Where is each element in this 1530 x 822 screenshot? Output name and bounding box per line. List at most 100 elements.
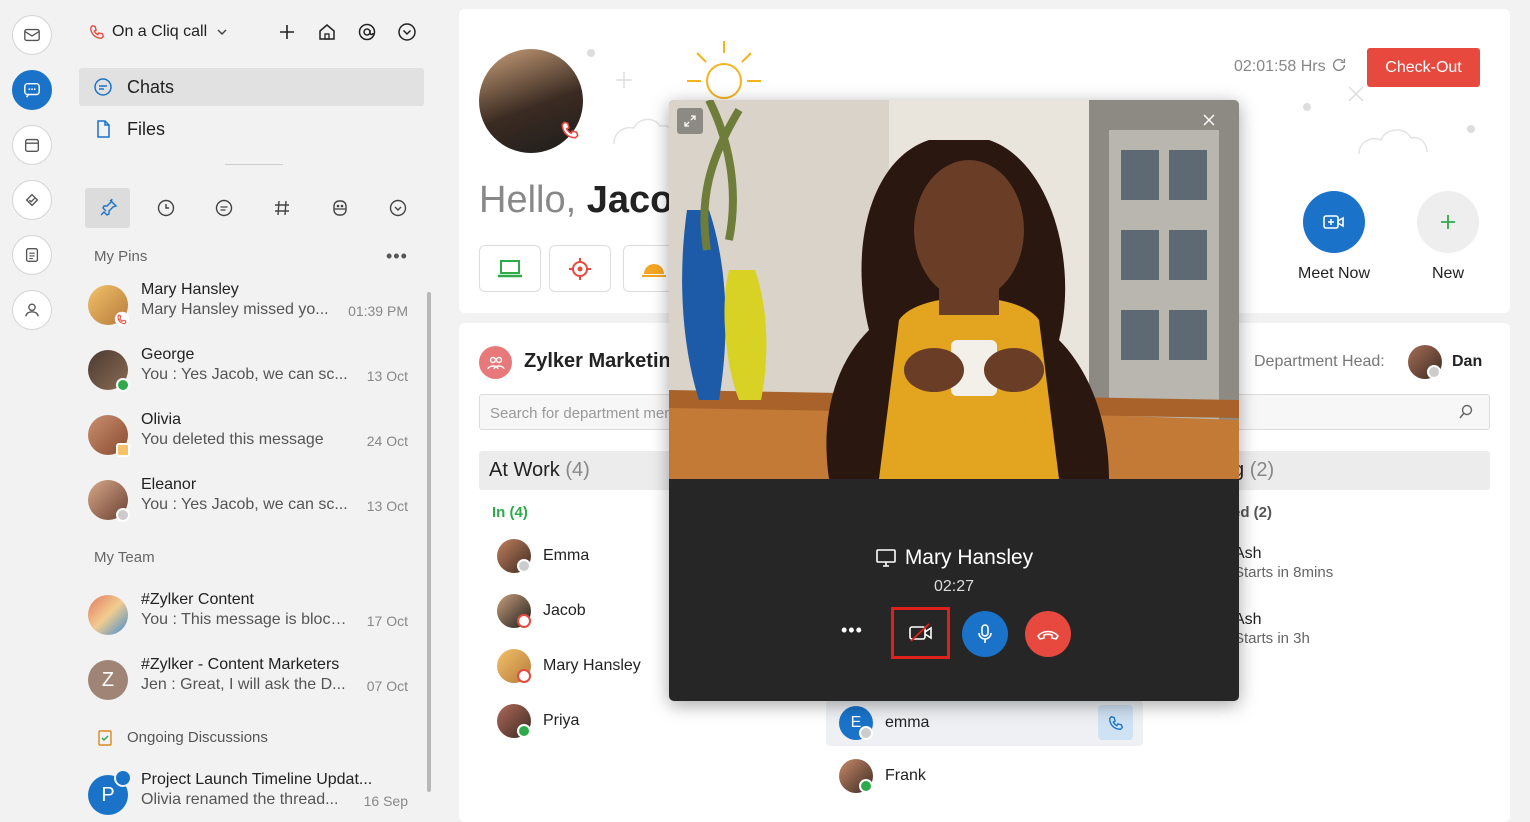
- plus-icon: [1441, 215, 1455, 229]
- pin-icon[interactable]: [85, 188, 130, 228]
- video-off-icon: [909, 623, 932, 642]
- chat-item[interactable]: Olivia You deleted this message 24 Oct: [88, 411, 408, 463]
- new-button[interactable]: [1417, 191, 1479, 253]
- filter-dropdown-icon[interactable]: [375, 188, 420, 228]
- microphone-icon: [978, 624, 992, 643]
- call-status-dropdown[interactable]: On a Cliq call: [88, 18, 229, 46]
- chat-name: Olivia: [141, 411, 182, 428]
- mail-icon[interactable]: [12, 15, 52, 55]
- tasks-icon[interactable]: [12, 180, 52, 220]
- channel-name: #Zylker Content: [141, 591, 254, 608]
- conversation-icon[interactable]: [201, 188, 246, 228]
- scheduled-item[interactable]: Ash Starts in 8mins: [1234, 545, 1333, 581]
- scheduled-status: Starts in 3h: [1234, 630, 1310, 647]
- chat-preview: You : Yes Jacob, we can sc...: [141, 496, 348, 513]
- member-item[interactable]: E emma: [839, 706, 929, 740]
- meet-now-button[interactable]: [1303, 191, 1365, 253]
- at-work-label: At Work: [489, 459, 560, 481]
- channel-time: 17 Oct: [366, 613, 408, 629]
- status-offline-dot: [517, 559, 531, 573]
- member-item[interactable]: Mary Hansley: [497, 649, 641, 683]
- cloud-illustration-icon: [1303, 86, 1475, 155]
- call-participant: Mary Hansley: [669, 546, 1239, 570]
- refresh-icon[interactable]: [1330, 56, 1348, 74]
- member-item[interactable]: Jacob: [497, 594, 586, 628]
- more-options-icon[interactable]: •••: [386, 246, 408, 267]
- section-pins-label: My Pins: [94, 248, 148, 265]
- timer-value: 02:01:58 Hrs: [1234, 58, 1326, 75]
- status-online-dot: [859, 779, 873, 793]
- scheduled-item[interactable]: Ash Starts in 3h: [1234, 611, 1310, 647]
- monitor-icon: [876, 549, 896, 567]
- chevron-down-icon: [217, 29, 227, 36]
- calendar-icon[interactable]: [12, 125, 52, 165]
- scheduled-heading: g (2): [1233, 459, 1274, 482]
- thread-item[interactable]: P Project Launch Timeline Updat... Olivi…: [88, 769, 408, 822]
- chat-preview: You : Yes Jacob, we can sc...: [141, 366, 348, 383]
- section-ongoing-label: Ongoing Discussions: [127, 729, 268, 746]
- status-online-dot: [517, 724, 531, 738]
- channel-avatar: Z: [88, 660, 128, 700]
- home-icon[interactable]: [316, 18, 338, 46]
- mention-icon[interactable]: [356, 18, 378, 46]
- department-icon: [479, 346, 512, 379]
- plus-icon[interactable]: [276, 18, 298, 46]
- nav-files-label: Files: [127, 118, 166, 139]
- minimize-icon[interactable]: [677, 108, 703, 134]
- member-name: Mary Hansley: [543, 657, 641, 674]
- chat-icon: [94, 78, 112, 96]
- mute-button[interactable]: [962, 611, 1008, 657]
- greeting-heading: Hello, Jacob: [479, 179, 697, 222]
- at-work-count: (4): [565, 459, 590, 481]
- nav-chats-label: Chats: [127, 76, 175, 97]
- member-item[interactable]: Priya: [497, 704, 579, 738]
- chat-item[interactable]: Mary Hansley Mary Hansley missed yo... 0…: [88, 281, 408, 333]
- avatar: [497, 594, 531, 628]
- location-button[interactable]: [549, 245, 611, 292]
- channel-item[interactable]: #Zylker Content You : This message is bl…: [88, 591, 408, 643]
- chat-item[interactable]: George You : Yes Jacob, we can sc... 13 …: [88, 346, 408, 398]
- bot-icon[interactable]: [317, 188, 362, 228]
- clipboard-icon: [98, 730, 112, 746]
- channel-item[interactable]: Z #Zylker - Content Marketers Jen : Grea…: [88, 656, 408, 708]
- close-icon[interactable]: [1199, 110, 1219, 130]
- hashtag-icon[interactable]: [259, 188, 304, 228]
- avatar: [497, 539, 531, 573]
- scheduled-name: Ash: [1234, 611, 1262, 628]
- more-dropdown-icon[interactable]: [396, 18, 418, 46]
- check-out-button[interactable]: Check-Out: [1367, 48, 1480, 87]
- missed-call-icon: [114, 311, 130, 327]
- contacts-icon[interactable]: [12, 290, 52, 330]
- nav-chats[interactable]: Chats: [79, 68, 424, 106]
- search-icon: [1459, 404, 1473, 419]
- call-member-button[interactable]: [1098, 705, 1133, 740]
- target-icon: [569, 257, 591, 280]
- department-head-name: Dan: [1452, 353, 1483, 370]
- scheduled-status: Starts in 8mins: [1234, 564, 1334, 581]
- video-call-window: Mary Hansley 02:27 •••: [669, 100, 1239, 701]
- phone-icon: [90, 24, 105, 39]
- sidebar-scrollbar[interactable]: [427, 292, 431, 792]
- video-feed: [669, 100, 1239, 479]
- phone-icon: [1108, 715, 1123, 730]
- notes-icon[interactable]: [12, 235, 52, 275]
- section-team-label: My Team: [94, 549, 155, 566]
- remote-work-button[interactable]: [479, 245, 541, 292]
- end-call-button[interactable]: [1025, 611, 1071, 657]
- clock-icon[interactable]: [143, 188, 188, 228]
- call-duration: 02:27: [933, 578, 975, 595]
- member-item[interactable]: Emma: [497, 539, 589, 573]
- chat-time: 24 Oct: [366, 433, 408, 449]
- department-name: Zylker Marketin: [524, 350, 671, 372]
- app-rail: [0, 0, 64, 822]
- scheduled-name: Ash: [1234, 545, 1262, 562]
- status-mobile-icon: [116, 443, 130, 457]
- food-cloche-icon: [642, 263, 666, 277]
- more-options-icon[interactable]: •••: [841, 620, 863, 641]
- video-off-button[interactable]: [891, 607, 950, 659]
- member-item[interactable]: Frank: [839, 759, 926, 793]
- nav-files[interactable]: Files: [79, 110, 424, 148]
- cliq-chat-icon[interactable]: [12, 70, 52, 110]
- on-call-dot: [517, 669, 531, 683]
- chat-item[interactable]: Eleanor You : Yes Jacob, we can sc... 13…: [88, 476, 408, 528]
